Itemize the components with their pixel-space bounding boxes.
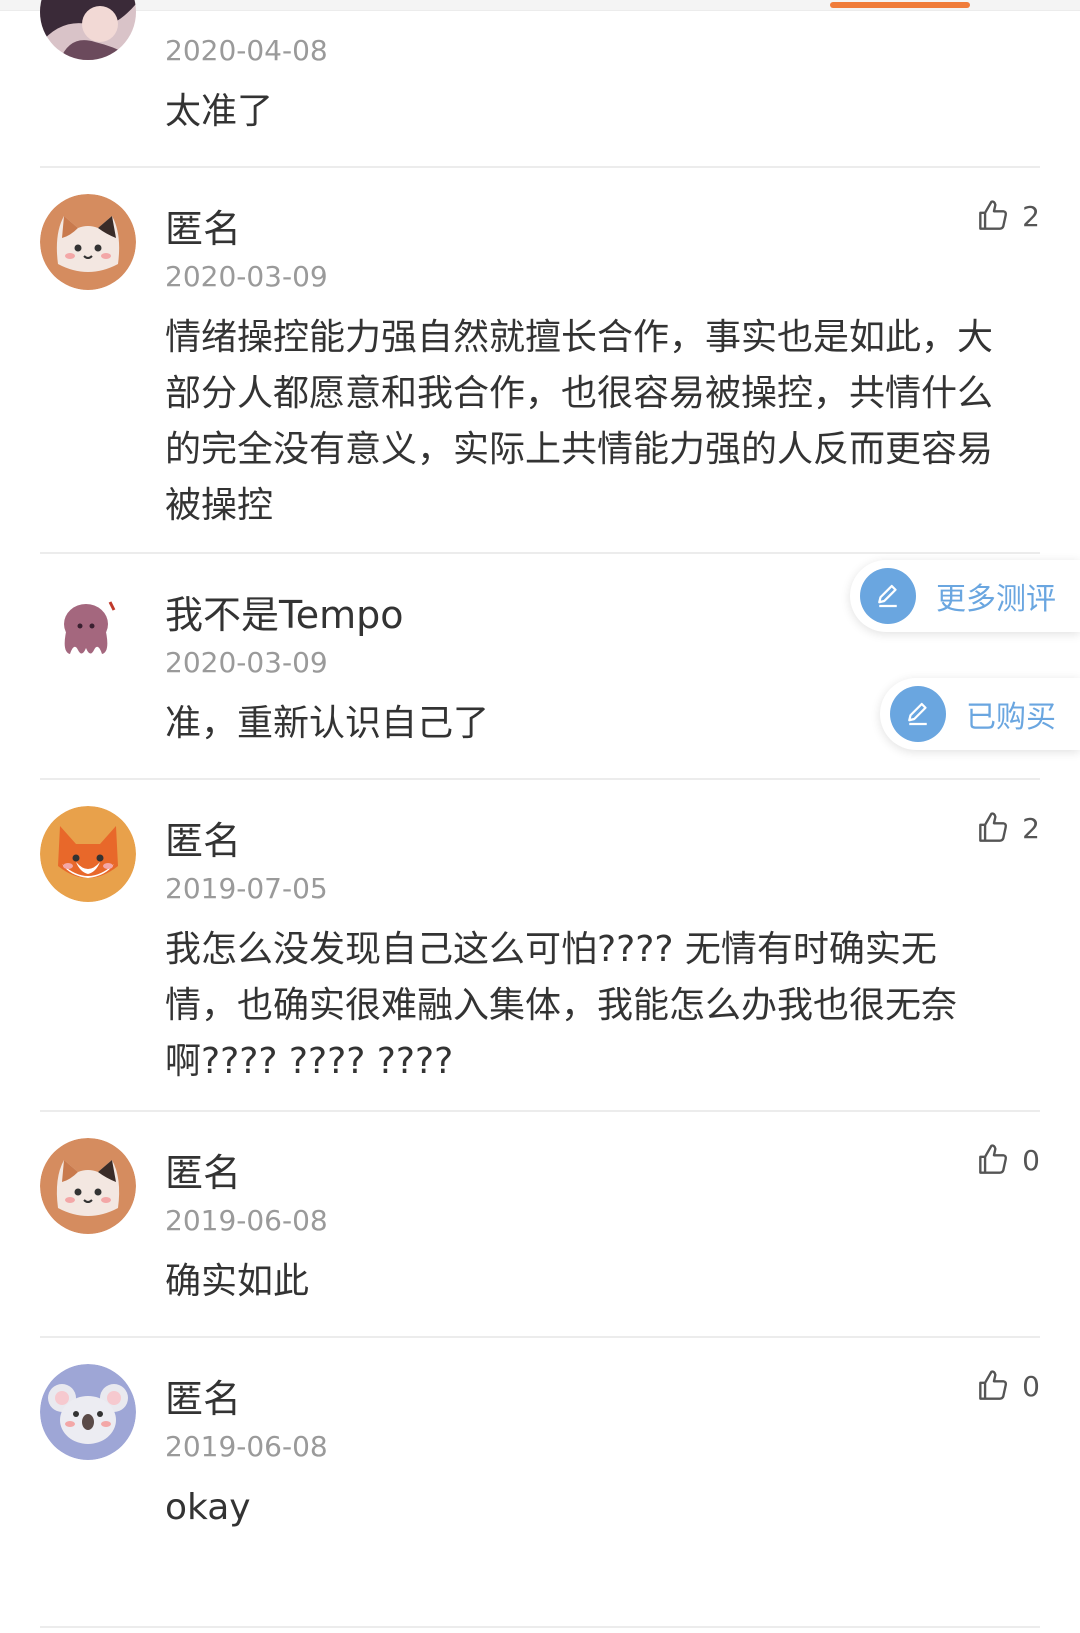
more-reviews-button[interactable]: 更多测评 (850, 560, 1080, 632)
pencil-circle (860, 568, 916, 624)
like-count: 0 (1022, 1369, 1040, 1403)
comment-item: 2020-04-08 太准了 (0, 0, 1080, 168)
purchased-button[interactable]: 已购买 (880, 678, 1080, 750)
comment-author[interactable]: 匿名 (165, 1142, 241, 1197)
like-count: 2 (1022, 811, 1040, 845)
comment-text: 我怎么没发现自己这么可怕???? 无情有时确实无情，也确实很难融入集体，我能怎么… (165, 929, 958, 1082)
more-reviews-label: 更多测评 (936, 582, 1056, 617)
thumbs-up-icon (979, 200, 1008, 230)
thumbs-up-icon (979, 812, 1008, 842)
thumbs-up-icon (979, 1370, 1008, 1400)
pencil-circle (890, 686, 946, 742)
like-button[interactable]: 0 (974, 1364, 1040, 1408)
comment-item: 匿名 0 2019-06-08 确实如此 (0, 1112, 1080, 1338)
like-button[interactable]: 2 (974, 806, 1040, 850)
fox-avatar[interactable] (40, 806, 136, 902)
thumbs-up-icon (979, 1144, 1008, 1174)
comment-date: 2020-03-09 (165, 646, 328, 679)
octopus-avatar[interactable] (40, 580, 136, 676)
cat-avatar[interactable] (40, 1138, 136, 1234)
comment-date: 2019-07-05 (165, 872, 328, 905)
comment-author[interactable]: 匿名 (165, 1368, 241, 1423)
like-button[interactable]: 2 (974, 194, 1040, 238)
comment-item: 匿名 0 2019-06-08 okay (0, 1338, 1080, 1568)
pencil-icon (878, 584, 897, 608)
comment-author[interactable]: 我不是Tempo (165, 584, 404, 639)
like-count: 0 (1022, 1143, 1040, 1177)
koala-avatar[interactable] (40, 1364, 136, 1460)
comment-text: 情绪操控能力强自然就擅长合作，事实也是如此，大部分人都愿意和我合作，也很容易被操… (165, 317, 994, 526)
comment-date: 2019-06-08 (165, 1204, 328, 1237)
comment-item: 匿名 2 2019-07-05 我怎么没发现自己这么可怕???? 无情有时确实无… (0, 780, 1080, 1112)
girl-avatar[interactable] (40, 0, 136, 60)
pencil-icon (908, 702, 927, 726)
comment-author[interactable]: 匿名 (165, 810, 241, 865)
comment-date: 2020-03-09 (165, 260, 328, 293)
like-count: 2 (1022, 199, 1040, 233)
cat-avatar[interactable] (40, 194, 136, 290)
purchased-label: 已购买 (966, 700, 1056, 735)
comment-date: 2020-04-08 (165, 34, 328, 67)
comment-date: 2019-06-08 (165, 1430, 328, 1463)
divider (40, 1626, 1040, 1628)
comment-text: 太准了 (165, 91, 274, 132)
comment-text: 确实如此 (165, 1261, 310, 1302)
comment-author[interactable]: 匿名 (165, 198, 241, 253)
like-button[interactable]: 0 (974, 1138, 1040, 1182)
comment-item: 匿名 2 2020-03-09 情绪操控能力强自然就擅长合作，事实也是如此，大部… (0, 168, 1080, 554)
comment-text: okay (165, 1487, 251, 1528)
